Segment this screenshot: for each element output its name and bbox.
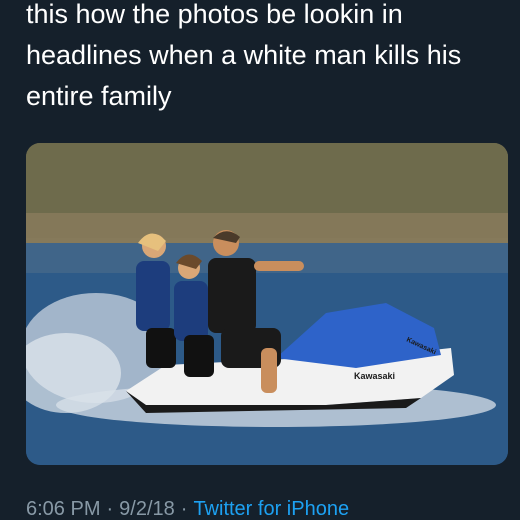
meta-separator-2: · [180, 498, 188, 520]
photo-beach [26, 213, 508, 248]
tweet-source-link[interactable]: Twitter for iPhone [193, 498, 349, 520]
tweet-text-line-1: this how the photos be lookin in [26, 0, 403, 29]
tweet-text: this how the photos be lookin in headlin… [26, 0, 506, 117]
jet-ski-photo: Kawasaki Kawasaki [26, 143, 508, 465]
tweet-time[interactable]: 6:06 PM [26, 498, 100, 520]
tweet-date[interactable]: 9/2/18 [119, 498, 175, 520]
meta-separator: · [106, 498, 114, 520]
jet-ski-brand-side: Kawasaki [354, 371, 395, 381]
tweet-card: this how the photos be lookin in headlin… [0, 0, 520, 520]
tweet-text-line-3: entire family [26, 81, 172, 111]
tweet-photo[interactable]: Kawasaki Kawasaki [26, 143, 508, 465]
tweet-text-line-2: headlines when a white man kills his [26, 40, 462, 70]
tweet-meta: 6:06 PM · 9/2/18 · Twitter for iPhone [26, 497, 349, 520]
